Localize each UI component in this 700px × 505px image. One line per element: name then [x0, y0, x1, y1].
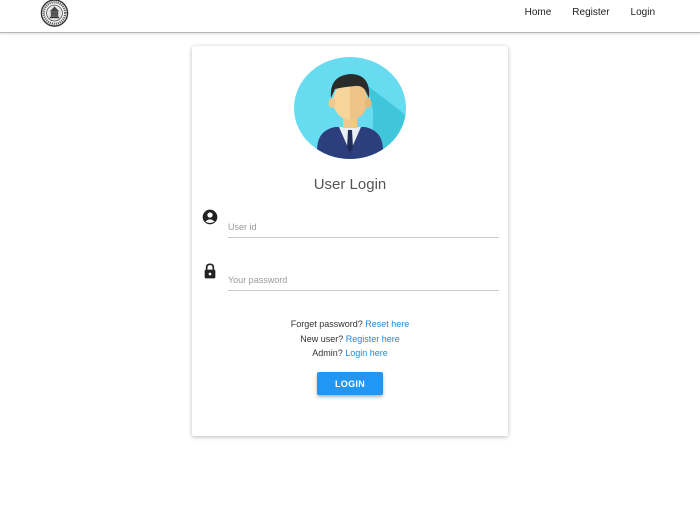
help-links: Forget password? Reset here New user? Re…	[192, 317, 508, 361]
login-button[interactable]: LOGIN	[317, 372, 383, 395]
nav-register-link[interactable]: Register	[572, 7, 609, 19]
account-circle-icon	[202, 209, 218, 225]
admin-text: Admin?	[312, 348, 343, 358]
page-title: User Login	[313, 176, 387, 193]
register-link[interactable]: Register here	[346, 334, 400, 344]
new-user-text: New user?	[300, 333, 344, 344]
forget-password-line: Forget password? Reset here	[192, 317, 508, 332]
institution-seal-icon[interactable]	[39, 0, 70, 28]
reset-password-link[interactable]: Reset here	[365, 319, 409, 329]
userid-field[interactable]	[228, 212, 499, 238]
nav-home-link[interactable]: Home	[525, 7, 552, 19]
admin-line: Admin? Login here	[192, 346, 508, 361]
forget-password-text: Forget password?	[290, 319, 363, 329]
user-avatar-icon	[294, 57, 406, 159]
new-user-line: New user? Register here	[192, 332, 508, 347]
admin-login-link[interactable]: Login here	[345, 348, 388, 358]
password-field[interactable]	[228, 265, 499, 291]
nav-menu: Home Register Login	[504, 7, 655, 19]
lock-icon	[204, 263, 216, 279]
login-card: User Login Forget password? Reset here N…	[192, 46, 508, 436]
top-navbar: Home Register Login	[0, 0, 700, 33]
nav-login-link[interactable]: Login	[631, 7, 655, 19]
